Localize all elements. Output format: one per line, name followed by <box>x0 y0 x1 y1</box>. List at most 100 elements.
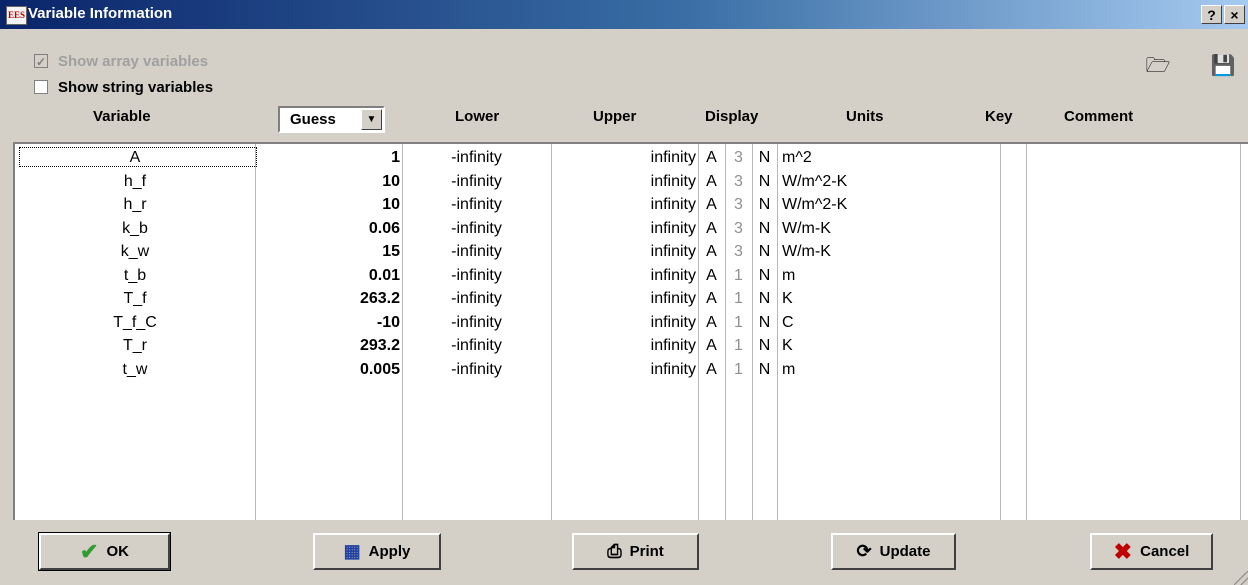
cell-units-flag[interactable]: N <box>752 242 777 262</box>
cell-format[interactable]: A <box>698 313 725 333</box>
cell-variable[interactable]: A <box>15 148 255 168</box>
ok-button[interactable]: ✔ OK <box>38 532 171 571</box>
cell-digits[interactable]: 3 <box>725 148 752 168</box>
cell-variable[interactable]: T_f <box>15 289 255 309</box>
cell-lower[interactable]: -infinity <box>402 266 551 286</box>
close-button[interactable]: × <box>1224 5 1245 24</box>
cell-guess[interactable]: 263.2 <box>255 289 400 309</box>
show-array-variables-checkbox[interactable]: ✓ Show array variables <box>34 52 208 70</box>
cell-variable[interactable]: T_f_C <box>15 313 255 333</box>
cell-units[interactable]: m <box>782 360 997 380</box>
cell-digits[interactable]: 3 <box>725 195 752 215</box>
resize-grip-icon[interactable] <box>1234 571 1248 585</box>
cell-format[interactable]: A <box>698 266 725 286</box>
cell-lower[interactable]: -infinity <box>402 360 551 380</box>
cell-units-flag[interactable]: N <box>752 313 777 333</box>
cell-format[interactable]: A <box>698 195 725 215</box>
cell-format[interactable]: A <box>698 336 725 356</box>
cell-guess[interactable]: 10 <box>255 195 400 215</box>
cell-units[interactable]: C <box>782 313 997 333</box>
cell-variable[interactable]: h_f <box>15 172 255 192</box>
cell-lower[interactable]: -infinity <box>402 148 551 168</box>
cell-guess[interactable]: 15 <box>255 242 400 262</box>
cell-upper[interactable]: infinity <box>551 242 696 262</box>
cell-guess[interactable]: 10 <box>255 172 400 192</box>
cell-upper[interactable]: infinity <box>551 313 696 333</box>
header-upper: Upper <box>593 108 637 125</box>
print-button[interactable]: ⎙ Print <box>572 533 699 570</box>
cell-digits[interactable]: 1 <box>725 289 752 309</box>
cell-lower[interactable]: -infinity <box>402 195 551 215</box>
variable-table[interactable]: A 1 -infinity infinity A 3 Nm^2 h_f 10 -infinity i… <box>13 142 1248 520</box>
printer-icon: ⎙ <box>607 541 622 561</box>
guess-dropdown-label: Guess <box>290 111 336 128</box>
cell-format[interactable]: A <box>698 172 725 192</box>
cell-format[interactable]: A <box>698 148 725 168</box>
cell-units[interactable]: K <box>782 336 997 356</box>
help-button[interactable]: ? <box>1201 5 1222 24</box>
cell-variable[interactable]: t_b <box>15 266 255 286</box>
cell-units[interactable]: W/m^2-K <box>782 172 997 192</box>
cell-digits[interactable]: 3 <box>725 242 752 262</box>
cell-upper[interactable]: infinity <box>551 195 696 215</box>
chevron-down-icon[interactable]: ▼ <box>361 109 382 130</box>
cell-lower[interactable]: -infinity <box>402 313 551 333</box>
show-string-variables-checkbox[interactable]: Show string variables <box>34 78 213 96</box>
cell-lower[interactable]: -infinity <box>402 219 551 239</box>
cell-guess[interactable]: 0.06 <box>255 219 400 239</box>
cell-units[interactable]: m <box>782 266 997 286</box>
cell-variable[interactable]: k_b <box>15 219 255 239</box>
cell-digits[interactable]: 3 <box>725 172 752 192</box>
open-folder-icon[interactable]: 🗁 <box>1144 52 1172 80</box>
checkbox-unchecked-icon <box>34 80 48 94</box>
cell-lower[interactable]: -infinity <box>402 336 551 356</box>
cell-units-flag[interactable]: N <box>752 195 777 215</box>
cell-guess[interactable]: 0.005 <box>255 360 400 380</box>
cell-upper[interactable]: infinity <box>551 148 696 168</box>
cell-variable[interactable]: h_r <box>15 195 255 215</box>
header-comment: Comment <box>1064 108 1134 125</box>
guess-dropdown[interactable]: Guess ▼ <box>278 106 385 133</box>
cell-variable[interactable]: k_w <box>15 242 255 262</box>
cell-units[interactable]: W/m^2-K <box>782 195 997 215</box>
update-button[interactable]: ⟳ Update <box>831 533 956 570</box>
cell-upper[interactable]: infinity <box>551 266 696 286</box>
cell-units-flag[interactable]: N <box>752 336 777 356</box>
floppy-disk-icon[interactable]: 💾 <box>1209 52 1237 80</box>
cancel-button[interactable]: ✖ Cancel <box>1090 533 1213 570</box>
cell-upper[interactable]: infinity <box>551 360 696 380</box>
cell-units[interactable]: W/m-K <box>782 219 997 239</box>
cell-units[interactable]: W/m-K <box>782 242 997 262</box>
cell-digits[interactable]: 3 <box>725 219 752 239</box>
cell-lower[interactable]: -infinity <box>402 289 551 309</box>
cell-variable[interactable]: t_w <box>15 360 255 380</box>
cell-format[interactable]: A <box>698 289 725 309</box>
cell-units-flag[interactable]: N <box>752 148 777 168</box>
cell-upper[interactable]: infinity <box>551 172 696 192</box>
cell-units-flag[interactable]: N <box>752 172 777 192</box>
cell-guess[interactable]: -10 <box>255 313 400 333</box>
cell-units[interactable]: K <box>782 289 997 309</box>
cell-upper[interactable]: infinity <box>551 336 696 356</box>
cell-format[interactable]: A <box>698 360 725 380</box>
cell-variable[interactable]: T_r <box>15 336 255 356</box>
cell-guess[interactable]: 293.2 <box>255 336 400 356</box>
cell-digits[interactable]: 1 <box>725 336 752 356</box>
cell-format[interactable]: A <box>698 242 725 262</box>
cell-upper[interactable]: infinity <box>551 289 696 309</box>
cell-units-flag[interactable]: N <box>752 360 777 380</box>
cell-digits[interactable]: 1 <box>725 313 752 333</box>
apply-button[interactable]: ▦ Apply <box>313 533 441 570</box>
cell-lower[interactable]: -infinity <box>402 242 551 262</box>
cell-digits[interactable]: 1 <box>725 266 752 286</box>
cell-guess[interactable]: 0.01 <box>255 266 400 286</box>
cell-units-flag[interactable]: N <box>752 289 777 309</box>
cell-units-flag[interactable]: N <box>752 219 777 239</box>
cell-format[interactable]: A <box>698 219 725 239</box>
cell-guess[interactable]: 1 <box>255 148 400 168</box>
cell-digits[interactable]: 1 <box>725 360 752 380</box>
cell-units[interactable]: m^2 <box>782 148 997 168</box>
cell-upper[interactable]: infinity <box>551 219 696 239</box>
cell-units-flag[interactable]: N <box>752 266 777 286</box>
cell-lower[interactable]: -infinity <box>402 172 551 192</box>
